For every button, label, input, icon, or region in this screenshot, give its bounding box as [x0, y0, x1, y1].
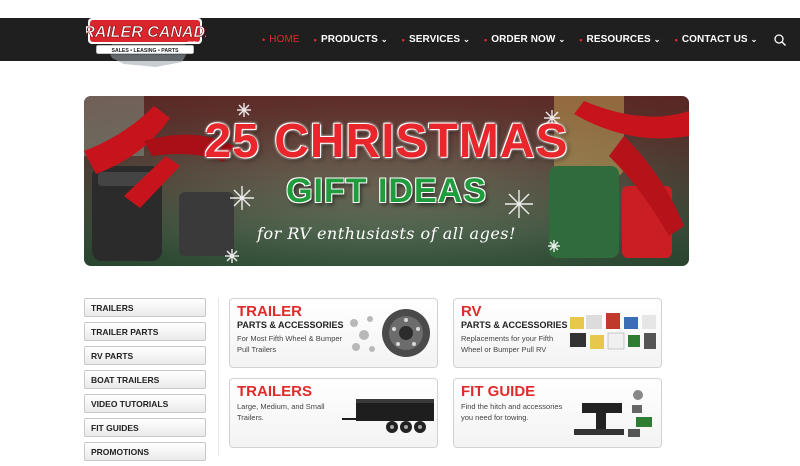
bullet-icon: • — [579, 34, 583, 45]
nav-order-now-label: ORDER NOW — [491, 34, 556, 45]
logo-text: TRAILER CANADA — [86, 24, 206, 41]
banner-subtitle: GIFT IDEAS — [286, 172, 487, 210]
site-logo[interactable]: TRAILER CANADA .com SALES • LEASING • PA… — [86, 12, 206, 74]
promo-banner[interactable]: 25 CHRISTMAS GIFT IDEAS for RV enthusias… — [84, 96, 689, 266]
card-fit-guide[interactable]: FIT GUIDE Find the hitch and accessories… — [453, 378, 662, 448]
bullet-icon: • — [483, 34, 488, 45]
nav-services-label: SERVICES — [408, 34, 461, 45]
nav-home[interactable]: • HOME — [262, 34, 300, 45]
card-subtitle: PARTS & ACCESSORIES — [237, 320, 344, 330]
sidebar-item-trailer-parts[interactable]: TRAILER PARTS — [84, 322, 206, 341]
sidebar-item-promotions[interactable]: PROMOTIONS — [84, 442, 206, 461]
card-title: TRAILERS — [237, 383, 312, 400]
card-trailers[interactable]: TRAILERS Large, Medium, and Small Traile… — [229, 378, 438, 448]
card-title: TRAILER — [237, 303, 302, 320]
banner-title: 25 CHRISTMAS — [204, 115, 569, 168]
bullet-icon: • — [401, 34, 405, 45]
card-trailer-parts[interactable]: TRAILER PARTS & ACCESSORIES For Most Fif… — [229, 298, 438, 368]
card-description: Large, Medium, and Small Trailers. — [237, 402, 325, 422]
card-description: Replacements for your Fifth Wheel or Bum… — [461, 334, 554, 354]
card-title: FIT GUIDE — [461, 383, 536, 400]
banner-tagline: for RV enthusiasts of all ages! — [257, 224, 516, 243]
card-title: RV — [461, 303, 482, 320]
chevron-down-icon: ⌄ — [653, 35, 661, 44]
sidebar-item-trailers[interactable]: TRAILERS — [84, 298, 206, 317]
nav-products-label: PRODUCTS — [320, 34, 378, 45]
chevron-down-icon: ⌄ — [558, 35, 566, 44]
nav-home-label: HOME — [269, 34, 300, 45]
nav-resources[interactable]: • RESOURCES ⌄ — [579, 34, 660, 45]
bullet-icon: • — [313, 34, 317, 45]
chevron-down-icon: ⌄ — [380, 35, 388, 44]
column-divider — [218, 298, 219, 456]
card-subtitle: PARTS & ACCESSORIES — [461, 320, 568, 330]
bullet-icon: • — [262, 34, 266, 45]
card-description: For Most Fifth Wheel & Bumper Pull Trail… — [237, 334, 343, 354]
chevron-down-icon: ⌄ — [463, 35, 470, 44]
hitch-image — [574, 390, 652, 437]
nav-contact-us[interactable]: • CONTACT US ⌄ — [675, 34, 758, 45]
nav-contact-us-label: CONTACT US — [681, 34, 748, 45]
nav-order-now[interactable]: • ORDER NOW ⌄ — [484, 34, 565, 45]
bullet-icon: • — [674, 34, 678, 45]
hub-parts-image — [350, 309, 430, 357]
logo-tagline: SALES • LEASING • PARTS — [112, 48, 179, 54]
rv-parts-image — [570, 313, 656, 350]
nav-services[interactable]: • SERVICES ⌄ — [402, 34, 470, 45]
main-nav: • HOME • PRODUCTS ⌄ • SERVICES ⌄ • ORDER… — [262, 18, 787, 61]
chevron-down-icon: ⌄ — [750, 35, 758, 44]
search-icon[interactable] — [773, 33, 787, 47]
sidebar-item-boat-trailers[interactable]: BOAT TRAILERS — [84, 370, 206, 389]
sidebar-item-fit-guides[interactable]: FIT GUIDES — [84, 418, 206, 437]
card-description: Find the hitch and accessories you need … — [461, 402, 563, 422]
sidebar-item-video-tutorials[interactable]: VIDEO TUTORIALS — [84, 394, 206, 413]
card-rv-parts[interactable]: RV PARTS & ACCESSORIES Replacements for … — [453, 298, 662, 368]
sidebar-item-rv-parts[interactable]: RV PARTS — [84, 346, 206, 365]
nav-products[interactable]: • PRODUCTS ⌄ — [314, 34, 388, 45]
dump-trailer-image — [342, 399, 434, 433]
category-sidebar: TRAILERS TRAILER PARTS RV PARTS BOAT TRA… — [84, 298, 206, 466]
nav-resources-label: RESOURCES — [586, 34, 651, 45]
